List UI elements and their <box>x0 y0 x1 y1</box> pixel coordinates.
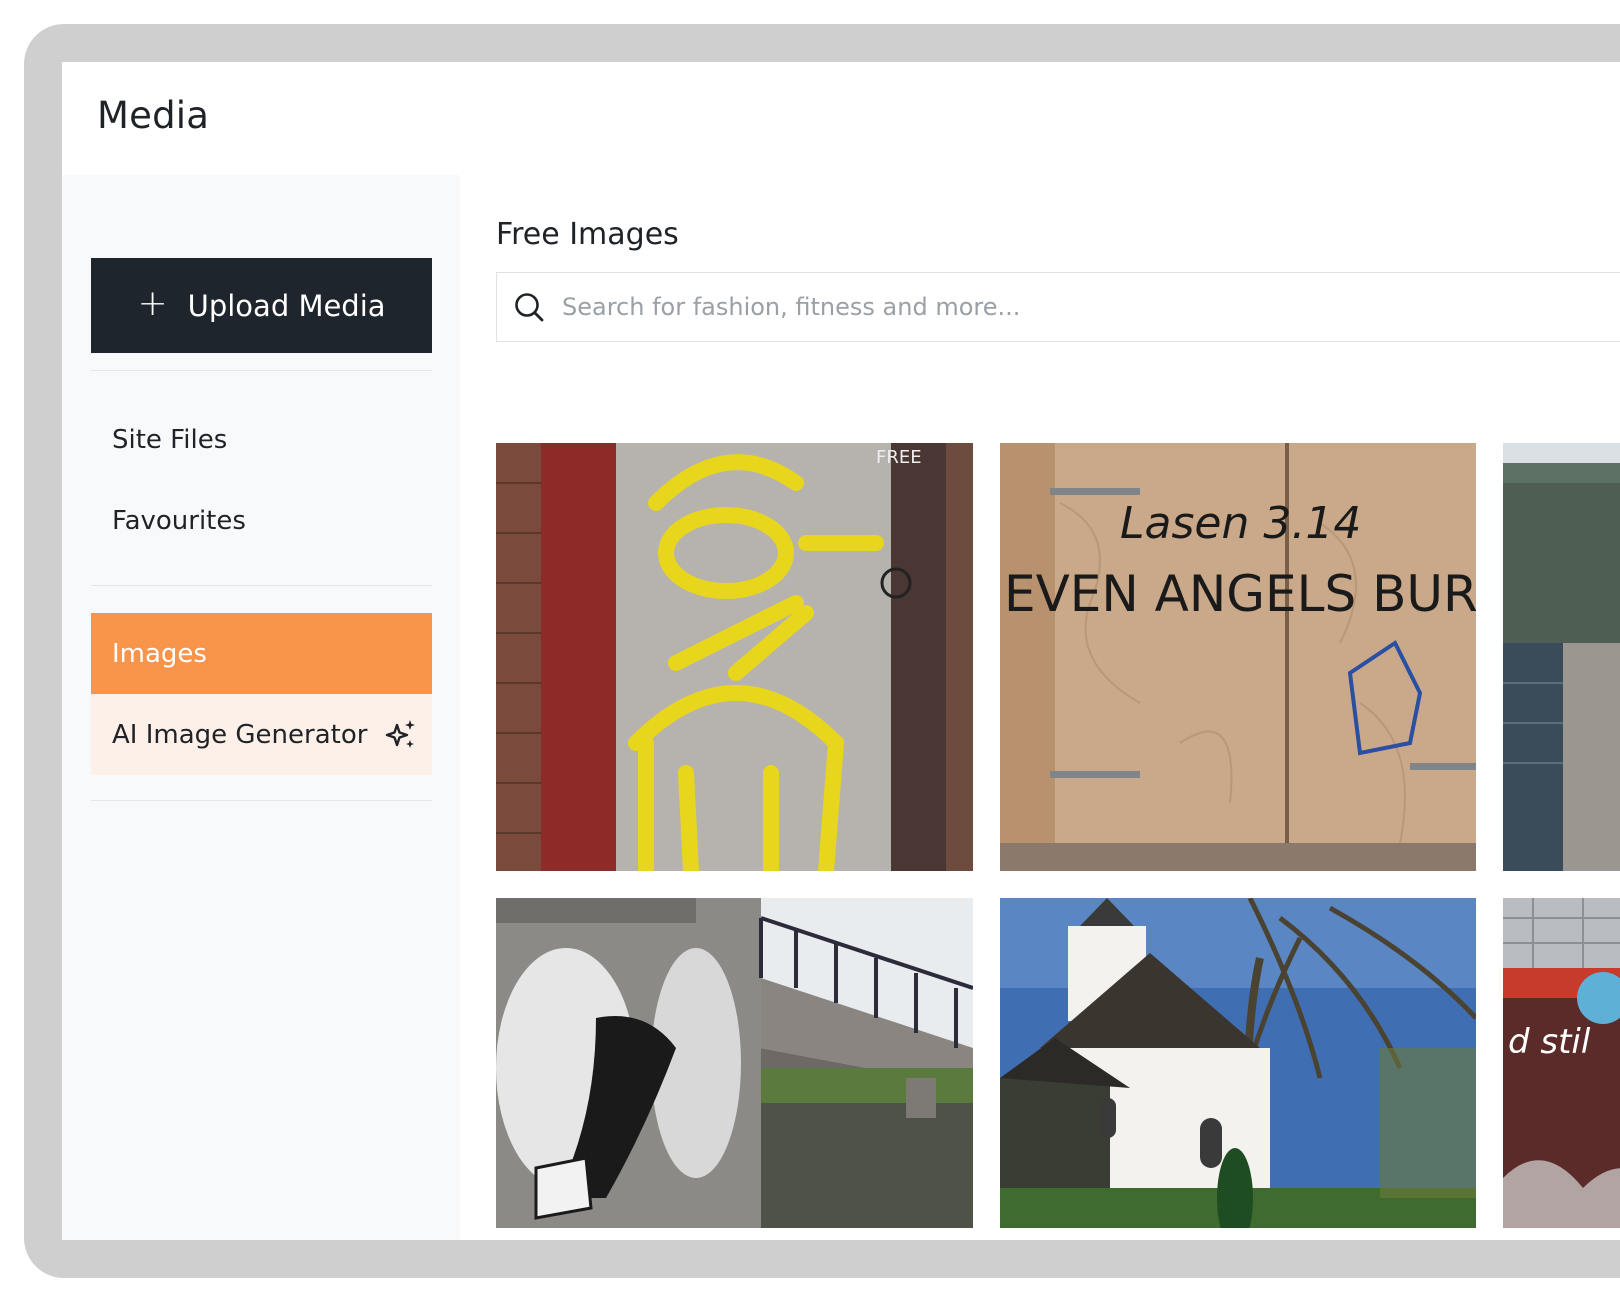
graffiti-tag: Lasen 3.14 <box>1120 498 1361 549</box>
image-thumbnail[interactable]: d stil <box>1503 898 1620 1228</box>
search-input[interactable] <box>560 292 1464 322</box>
plywood-photo: Lasen 3.14 EVEN ANGELS BURN <box>1000 443 1476 871</box>
graffiti-wall-photo: d stil <box>1503 898 1620 1228</box>
image-thumbnail[interactable]: FREE <box>496 443 973 871</box>
church-photo <box>1000 898 1476 1228</box>
image-thumbnail[interactable]: Lasen 3.14 EVEN ANGELS BURN <box>1000 443 1476 871</box>
sidebar-item-images[interactable]: Images <box>91 613 432 694</box>
sparkle-icon <box>386 719 416 748</box>
sidebar: + Upload Media Site Files Favourites Ima… <box>62 175 460 1240</box>
main-panel: Free Images Search for fashion, fitness … <box>460 175 1620 1240</box>
search-icon <box>515 293 544 322</box>
upload-media-label: Upload Media <box>187 288 386 323</box>
image-thumbnail[interactable] <box>1000 898 1476 1228</box>
page-title: Media <box>97 94 210 137</box>
upload-media-button[interactable]: + Upload Media <box>91 258 432 353</box>
sidebar-item-ai-image-generator[interactable]: AI Image Generator <box>91 694 432 775</box>
sidebar-item-label: Site Files <box>112 425 228 455</box>
plus-icon: + <box>137 282 168 324</box>
sidebar-item-favourites[interactable]: Favourites <box>91 479 432 563</box>
canal-graffiti-photo <box>496 898 973 1228</box>
graffiti-text: d stil <box>1508 1022 1591 1062</box>
section-title: Free Images <box>496 217 679 252</box>
graffiti-photo: FREE <box>496 443 973 871</box>
graffiti-text: FREE <box>876 447 922 468</box>
sidebar-item-label: AI Image Generator <box>112 719 368 750</box>
search-bar[interactable] <box>496 272 1620 342</box>
sidebar-item-label: Favourites <box>112 506 246 536</box>
bridge-photo <box>1503 443 1620 871</box>
sidebar-divider <box>91 370 432 371</box>
media-dialog: Media + Upload Media Site Files Favourit… <box>62 62 1620 1240</box>
graffiti-text: EVEN ANGELS BURN <box>1004 565 1476 623</box>
sidebar-divider <box>91 800 432 801</box>
sidebar-item-label: Images <box>112 638 207 669</box>
dialog-header: Media <box>62 62 1620 175</box>
sidebar-divider <box>91 585 432 586</box>
sidebar-item-site-files[interactable]: Site Files <box>91 398 432 482</box>
image-thumbnail[interactable] <box>496 898 973 1228</box>
image-thumbnail[interactable] <box>1503 443 1620 871</box>
